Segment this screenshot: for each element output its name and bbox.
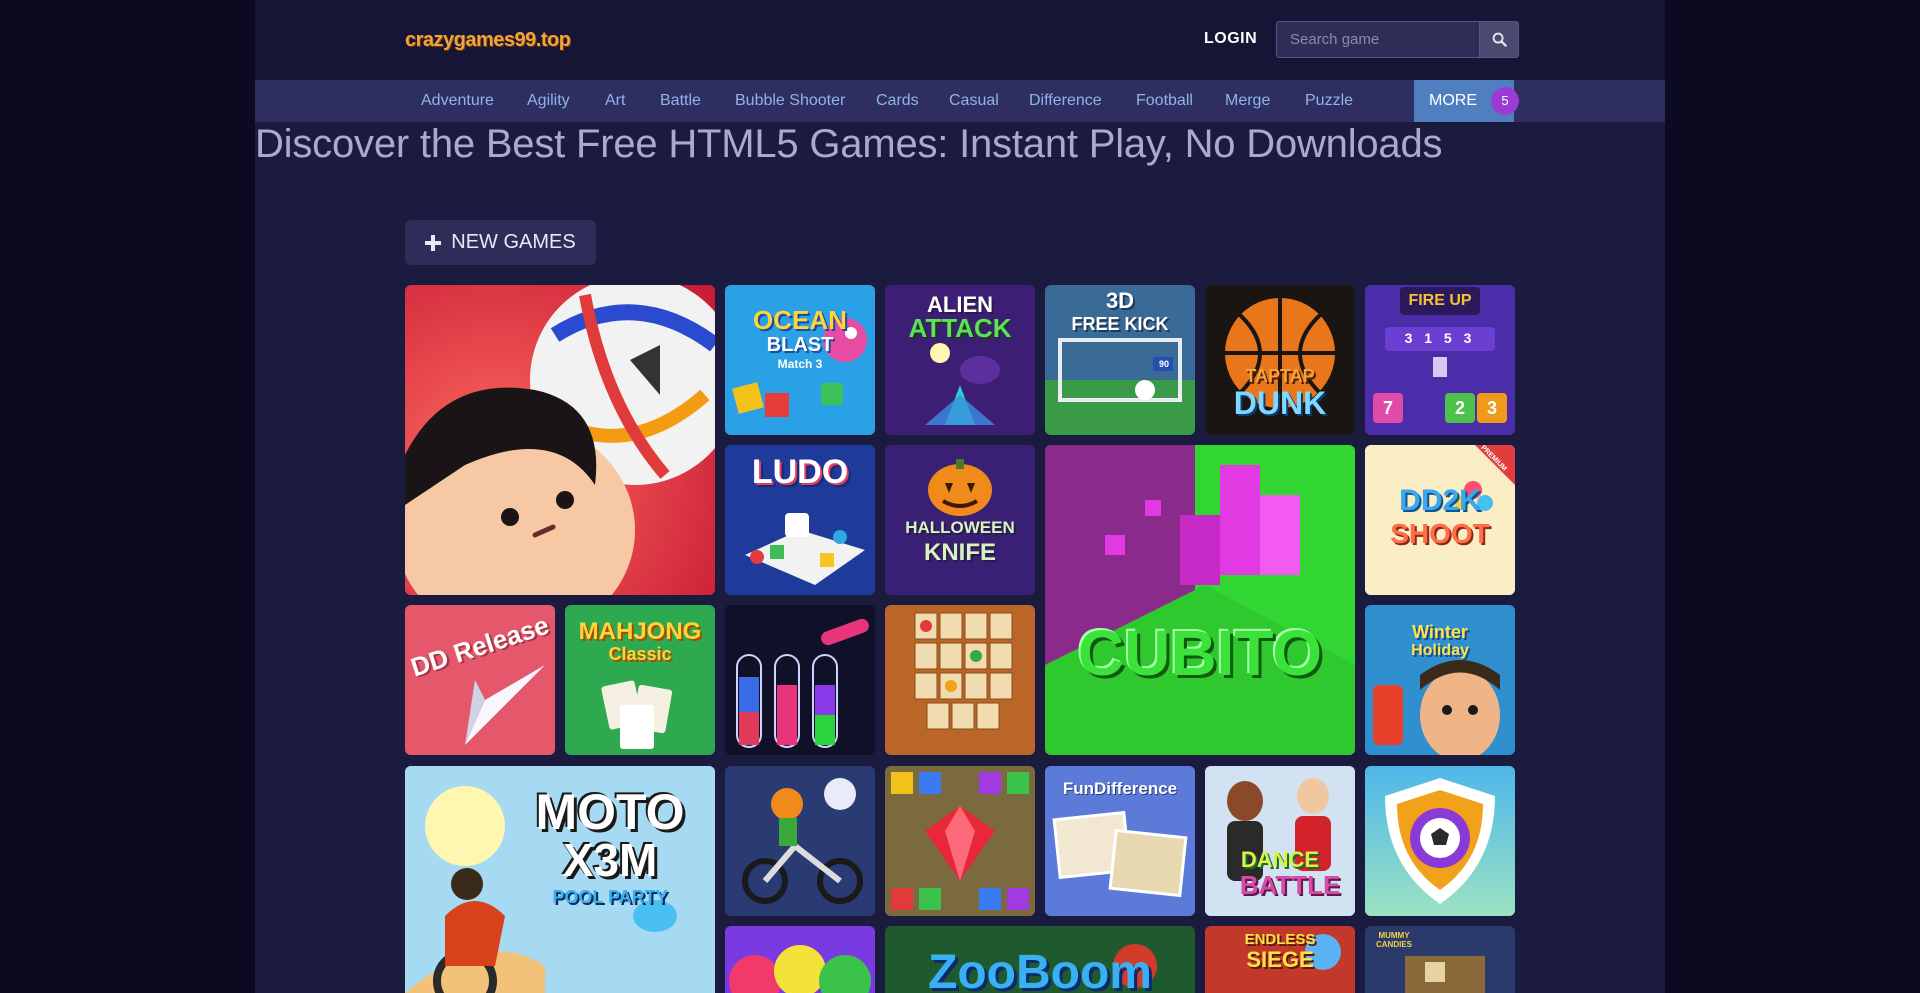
- nav-item-cards[interactable]: Cards: [876, 80, 919, 122]
- game-tile-volleyball[interactable]: [405, 285, 715, 595]
- site-logo[interactable]: crazygames99.top: [405, 24, 571, 56]
- jewels-art: [885, 766, 1035, 916]
- endless-siege-line2: SIEGE: [1246, 947, 1314, 972]
- cubito-title: CUBITO: [1077, 617, 1323, 689]
- search-input[interactable]: [1276, 21, 1479, 58]
- game-tile-taptap-dunk[interactable]: TAPTAP DUNK: [1205, 285, 1355, 435]
- nav-item-merge[interactable]: Merge: [1225, 80, 1270, 122]
- game-tile-mahjong[interactable]: MAHJONG Classic: [565, 605, 715, 755]
- game-tile-halloween-knife[interactable]: HALLOWEEN KNIFE: [885, 445, 1035, 595]
- fire-up-top-numbers: 3 1 5 3: [1404, 330, 1476, 346]
- game-tile-zoo-boom[interactable]: ZooBoom: [885, 926, 1195, 993]
- dance-battle-line2: BATTLE: [1239, 870, 1341, 900]
- volleyball-art: [405, 285, 715, 595]
- cubito-art: [1045, 445, 1355, 755]
- halloween-knife-line2: KNIFE: [924, 539, 996, 566]
- game-tile-alien-attack[interactable]: ALIEN ATTACK: [885, 285, 1035, 435]
- dd2k-shoot-line1: DD2K: [1399, 484, 1481, 517]
- soccer-shield-art: [1365, 766, 1515, 916]
- zoo-boom-title: ZooBoom: [928, 946, 1152, 993]
- game-tile-fire-up[interactable]: FIRE UP 3 1 5 3 7 2 3: [1365, 285, 1515, 435]
- nav-item-battle[interactable]: Battle: [660, 80, 701, 122]
- game-tile-jewels[interactable]: [885, 766, 1035, 916]
- new-games-label: NEW GAMES: [451, 231, 576, 253]
- search-button[interactable]: [1479, 21, 1519, 58]
- game-tile-winter-holiday[interactable]: Winter Holiday: [1365, 605, 1515, 755]
- game-tile-dance-battle[interactable]: DANCE BATTLE: [1205, 766, 1355, 916]
- more-label: MORE: [1429, 92, 1477, 109]
- game-tile-soccer-shield[interactable]: [1365, 766, 1515, 916]
- winter-holiday-line1: Winter: [1412, 622, 1468, 642]
- more-menu-button[interactable]: MORE 5: [1414, 80, 1519, 122]
- nav-item-casual[interactable]: Casual: [949, 80, 999, 122]
- tile-match-art: [885, 605, 1035, 755]
- game-tile-tile-match[interactable]: [885, 605, 1035, 755]
- game-tile-dd2k-shoot[interactable]: PREMIUM DD2K SHOOT: [1365, 445, 1515, 595]
- game-tile-mummy-candies[interactable]: MUMMY CANDIES: [1365, 926, 1515, 993]
- game-tile-halloween-moto[interactable]: [725, 766, 875, 916]
- category-nav: Adventure Agility Art Battle Bubble Shoo…: [255, 80, 1665, 122]
- ocean-blast-line2: BLAST: [766, 334, 834, 356]
- nav-item-agility[interactable]: Agility: [527, 80, 570, 122]
- mahjong-line1: MAHJONG: [578, 618, 702, 645]
- ocean-blast-line1: OCEAN: [753, 305, 847, 335]
- moto-x3m-line1: MOTO: [535, 784, 685, 840]
- game-tile-bubble[interactable]: [725, 926, 875, 993]
- nav-item-puzzle[interactable]: Puzzle: [1305, 80, 1353, 122]
- moto-x3m-line2: X3M: [562, 834, 658, 886]
- alien-attack-line2: ATTACK: [908, 313, 1012, 343]
- moto-x3m-line3: POOL PARTY: [552, 887, 668, 907]
- page-title: Discover the Best Free HTML5 Games: Inst…: [255, 122, 1443, 166]
- game-tile-endless-siege[interactable]: ENDLESS SIEGE: [1205, 926, 1355, 993]
- game-tile-water-sort[interactable]: [725, 605, 875, 755]
- fire-up-number-1: 7: [1382, 398, 1393, 418]
- game-tile-free-kick[interactable]: 3D FREE KICK 90: [1045, 285, 1195, 435]
- free-kick-line2: FREE KICK: [1071, 314, 1169, 334]
- new-games-button[interactable]: NEW GAMES: [405, 220, 596, 265]
- nav-item-adventure[interactable]: Adventure: [421, 80, 494, 122]
- fire-up-number-2: 2: [1454, 398, 1465, 418]
- game-tile-moto-x3m[interactable]: MOTO X3M POOL PARTY: [405, 766, 715, 993]
- free-kick-score: 90: [1158, 359, 1169, 369]
- dance-battle-line1: DANCE: [1240, 847, 1320, 872]
- nav-item-difference[interactable]: Difference: [1029, 80, 1102, 122]
- fire-up-number-3: 3: [1486, 398, 1497, 418]
- game-tile-dd-release[interactable]: DD Release: [405, 605, 555, 755]
- nav-item-football[interactable]: Football: [1136, 80, 1193, 122]
- more-count-badge: 5: [1491, 87, 1519, 115]
- ocean-blast-line3: Match 3: [777, 357, 823, 371]
- free-kick-line1: 3D: [1105, 288, 1135, 313]
- fire-up-title: FIRE UP: [1408, 292, 1472, 309]
- game-tile-cubito[interactable]: CUBITO: [1045, 445, 1355, 755]
- game-tile-ocean-blast[interactable]: OCEAN BLAST Match 3: [725, 285, 875, 435]
- nav-item-bubble-shooter[interactable]: Bubble Shooter: [735, 80, 845, 122]
- winter-holiday-line2: Holiday: [1411, 642, 1469, 659]
- plus-icon: [425, 234, 442, 251]
- taptap-dunk-line1: TAPTAP: [1245, 366, 1315, 386]
- taptap-dunk-line2: DUNK: [1233, 385, 1327, 421]
- fun-difference-title: FunDifference: [1062, 779, 1178, 798]
- game-tile-ludo[interactable]: LUDO: [725, 445, 875, 595]
- water-sort-art: [725, 605, 875, 755]
- halloween-knife-line1: HALLOWEEN: [905, 518, 1015, 537]
- login-link[interactable]: LOGIN: [1204, 30, 1257, 48]
- endless-siege-line1: ENDLESS: [1244, 931, 1316, 948]
- halloween-moto-art: [725, 766, 875, 916]
- mahjong-line2: Classic: [608, 644, 672, 664]
- search-box: [1276, 21, 1519, 58]
- game-tile-fun-difference[interactable]: FunDifference: [1045, 766, 1195, 916]
- bubble-art: [725, 926, 875, 993]
- nav-item-art[interactable]: Art: [605, 80, 625, 122]
- search-icon: [1492, 32, 1507, 47]
- ludo-title: LUDO: [751, 453, 849, 491]
- page-content: crazygames99.top LOGIN Adventure Agility…: [255, 0, 1665, 993]
- mummy-candies-title: MUMMY CANDIES: [1375, 931, 1412, 949]
- dd2k-shoot-line2: SHOOT: [1390, 518, 1490, 549]
- site-header: crazygames99.top LOGIN: [255, 0, 1665, 80]
